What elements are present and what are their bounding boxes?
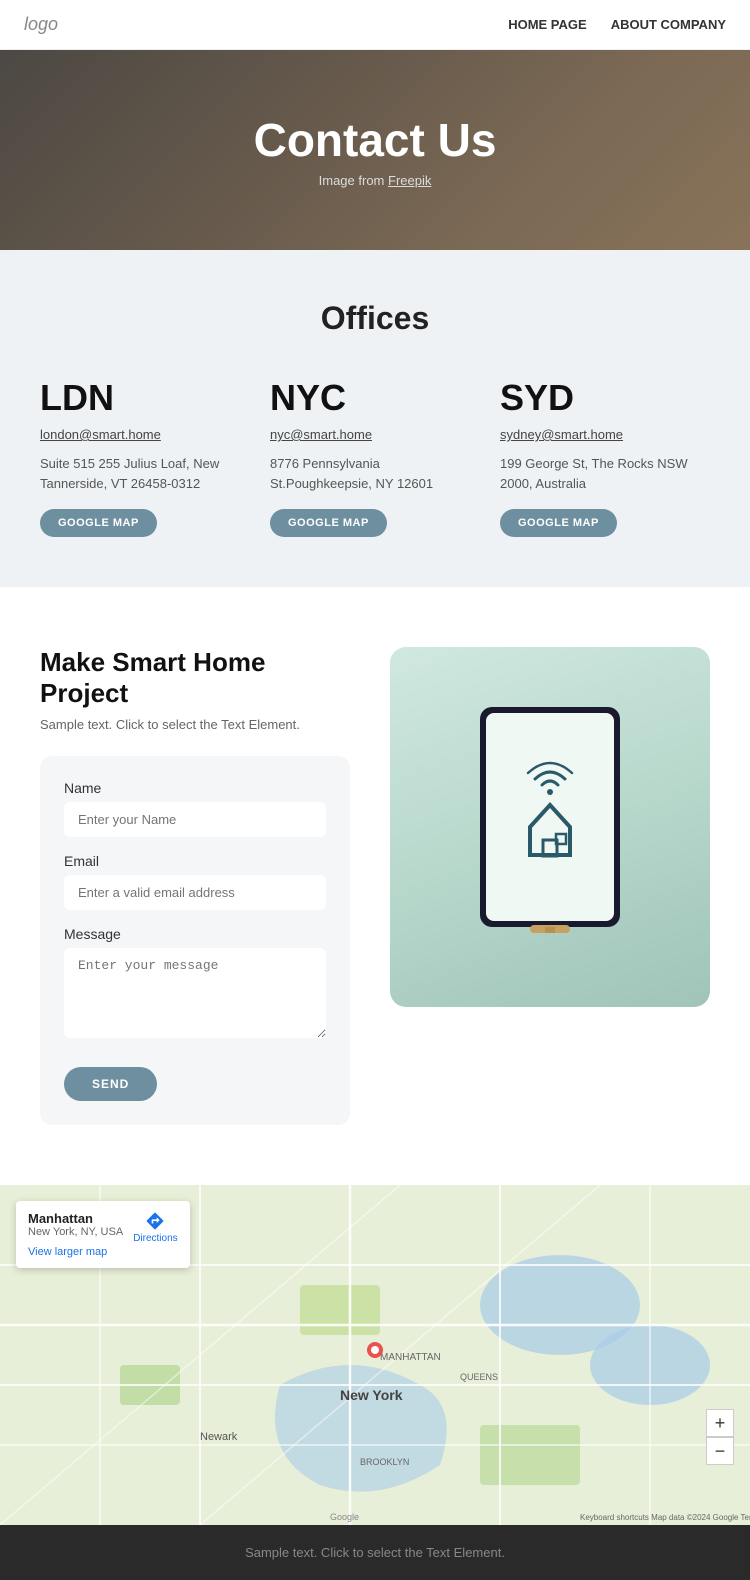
zoom-out-button[interactable]: − [706, 1437, 734, 1465]
office-card-nyc: NYC nyc@smart.home 8776 Pennsylvania St.… [270, 377, 480, 537]
office-card-syd: SYD sydney@smart.home 199 George St, The… [500, 377, 710, 537]
name-label: Name [64, 780, 326, 796]
svg-text:New York: New York [340, 1387, 403, 1403]
name-input[interactable] [64, 802, 326, 837]
nav-link-home[interactable]: HOME PAGE [508, 17, 587, 32]
svg-text:Google: Google [330, 1512, 359, 1522]
svg-text:BROOKLYN: BROOKLYN [360, 1457, 409, 1467]
office-address-nyc: 8776 Pennsylvania St.Poughkeepsie, NY 12… [270, 454, 480, 493]
nav-link-about[interactable]: ABOUT COMPANY [611, 17, 726, 32]
message-label: Message [64, 926, 326, 942]
office-card-ldn: LDN london@smart.home Suite 515 255 Juli… [40, 377, 250, 537]
office-email-syd[interactable]: sydney@smart.home [500, 427, 710, 442]
email-group: Email [64, 853, 326, 910]
email-input[interactable] [64, 875, 326, 910]
office-address-ldn: Suite 515 255 Julius Loaf, New Tannersid… [40, 454, 250, 493]
name-group: Name [64, 780, 326, 837]
form-left: Make Smart Home Project Sample text. Cli… [40, 647, 350, 1125]
office-city-nyc: NYC [270, 377, 480, 419]
map-info-box: Manhattan New York, NY, USA View larger … [16, 1201, 190, 1268]
office-city-ldn: LDN [40, 377, 250, 419]
form-section: Make Smart Home Project Sample text. Cli… [0, 587, 750, 1185]
google-map-btn-nyc[interactable]: GOOGLE MAP [270, 509, 387, 537]
form-card: Name Email Message SEND [40, 756, 350, 1125]
office-city-syd: SYD [500, 377, 710, 419]
zoom-in-button[interactable]: + [706, 1409, 734, 1437]
footer: Sample text. Click to select the Text El… [0, 1525, 750, 1580]
footer-text: Sample text. Click to select the Text El… [20, 1545, 730, 1560]
office-email-nyc[interactable]: nyc@smart.home [270, 427, 480, 442]
map-location-sub: New York, NY, USA [28, 1226, 123, 1238]
svg-text:MANHATTAN: MANHATTAN [380, 1352, 441, 1363]
email-label: Email [64, 853, 326, 869]
view-larger-map-link[interactable]: View larger map [28, 1246, 107, 1258]
map-section: New York Newark MANHATTAN QUEENS BROOKLY… [0, 1185, 750, 1525]
navigation: logo HOME PAGE ABOUT COMPANY [0, 0, 750, 50]
logo: logo [24, 14, 58, 35]
message-group: Message [64, 926, 326, 1043]
map-zoom-controls: + − [706, 1409, 734, 1465]
google-map-btn-syd[interactable]: GOOGLE MAP [500, 509, 617, 537]
offices-heading: Offices [40, 300, 710, 337]
svg-text:Keyboard shortcuts Map data: Keyboard shortcuts Map data ©2024 Google… [580, 1513, 750, 1522]
svg-text:QUEENS: QUEENS [460, 1372, 498, 1382]
hero-section: Contact Us Image from Freepik [0, 50, 750, 250]
directions-icon [145, 1211, 165, 1231]
hero-sub: Image from Freepik [254, 173, 497, 188]
hero-title: Contact Us [254, 113, 497, 167]
office-address-syd: 199 George St, The Rocks NSW 2000, Austr… [500, 454, 710, 493]
freepik-link[interactable]: Freepik [388, 173, 431, 188]
hero-content: Contact Us Image from Freepik [254, 113, 497, 188]
office-email-ldn[interactable]: london@smart.home [40, 427, 250, 442]
nav-links: HOME PAGE ABOUT COMPANY [508, 17, 726, 32]
form-heading: Make Smart Home Project [40, 647, 350, 709]
smart-home-illustration [450, 697, 650, 957]
directions-button[interactable]: Directions [133, 1211, 177, 1244]
send-button[interactable]: SEND [64, 1067, 157, 1101]
form-sub-text: Sample text. Click to select the Text El… [40, 717, 350, 732]
google-map-btn-ldn[interactable]: GOOGLE MAP [40, 509, 157, 537]
svg-text:Newark: Newark [200, 1431, 238, 1443]
offices-section: Offices LDN london@smart.home Suite 515 … [0, 250, 750, 587]
map-location-title: Manhattan [28, 1211, 123, 1226]
message-textarea[interactable] [64, 948, 326, 1038]
form-image [390, 647, 710, 1007]
offices-grid: LDN london@smart.home Suite 515 255 Juli… [40, 377, 710, 537]
